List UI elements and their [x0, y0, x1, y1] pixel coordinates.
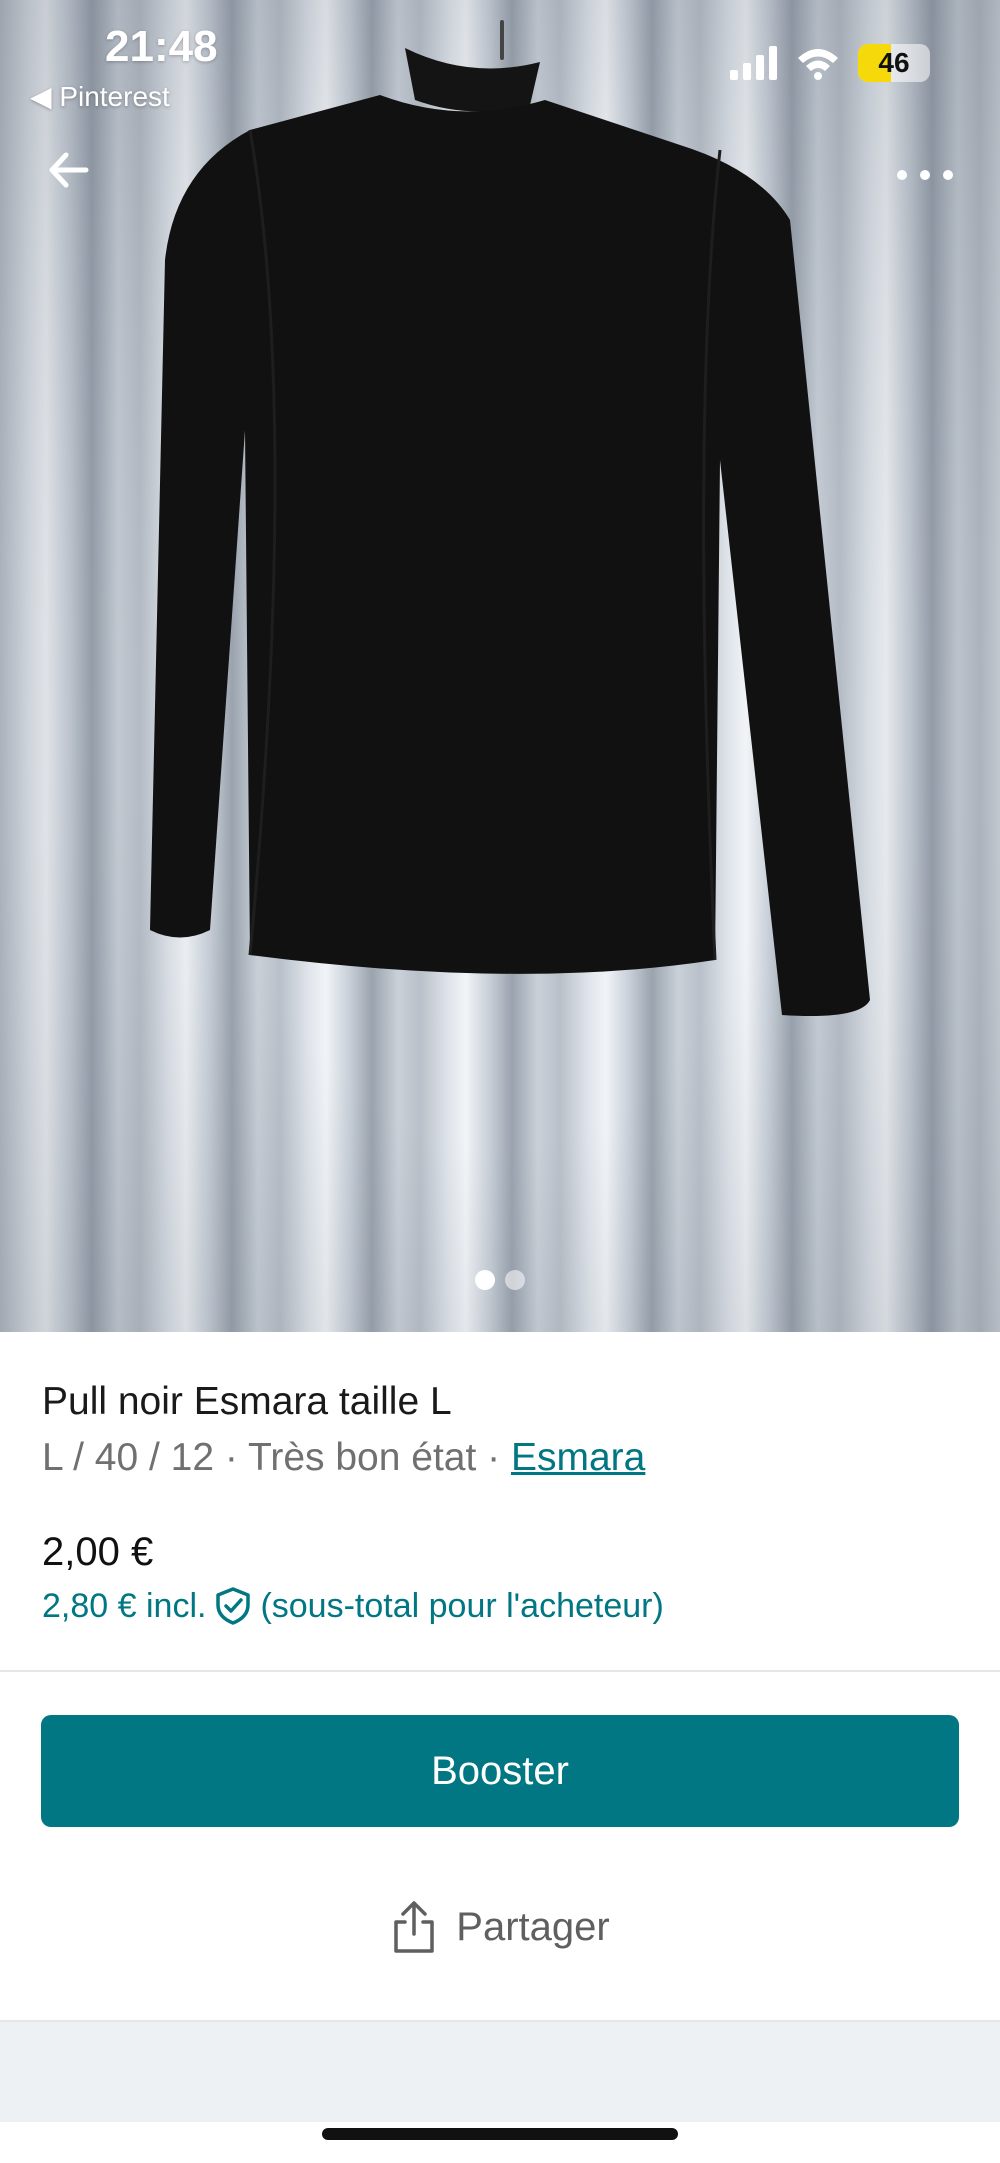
product-photo[interactable]: 21:48 ◀ Pinterest 46	[0, 0, 1000, 1332]
battery-level: 46	[878, 47, 910, 78]
item-details: L / 40 / 12 · Très bon état · Esmara	[42, 1436, 645, 1480]
section-separator	[0, 2022, 1000, 2122]
home-indicator[interactable]	[322, 2128, 678, 2140]
price-incl-label: 2,80 € incl.	[42, 1586, 207, 1625]
share-button[interactable]: Partager	[0, 1887, 1000, 1967]
gallery-pagination	[0, 1270, 1000, 1290]
more-options-icon[interactable]	[890, 155, 960, 195]
brand-link[interactable]: Esmara	[511, 1436, 645, 1479]
share-label: Partager	[456, 1904, 610, 1949]
item-title: Pull noir Esmara taille L	[42, 1380, 452, 1423]
cellular-signal-icon	[730, 46, 777, 80]
sweater-image	[150, 48, 870, 1016]
gallery-dot[interactable]	[505, 1270, 525, 1290]
status-icons: 46	[730, 44, 930, 82]
back-to-app-link[interactable]: ◀ Pinterest	[30, 80, 170, 113]
item-price: 2,00 €	[42, 1530, 154, 1574]
wifi-icon	[798, 49, 838, 80]
shield-check-icon	[216, 1587, 251, 1625]
battery-indicator: 46	[858, 44, 930, 82]
back-arrow-icon[interactable]	[40, 140, 100, 200]
status-time: 21:48	[105, 22, 218, 71]
share-icon	[394, 1901, 435, 1953]
gallery-dot[interactable]	[475, 1270, 495, 1290]
buyer-price[interactable]: 2,80 € incl. (sous-total pour l'acheteur…	[42, 1586, 664, 1626]
item-size-condition: L / 40 / 12 · Très bon état ·	[42, 1436, 511, 1479]
boost-button[interactable]: Booster	[41, 1715, 959, 1827]
divider	[0, 1670, 1000, 1672]
price-note: (sous-total pour l'acheteur)	[260, 1586, 664, 1625]
